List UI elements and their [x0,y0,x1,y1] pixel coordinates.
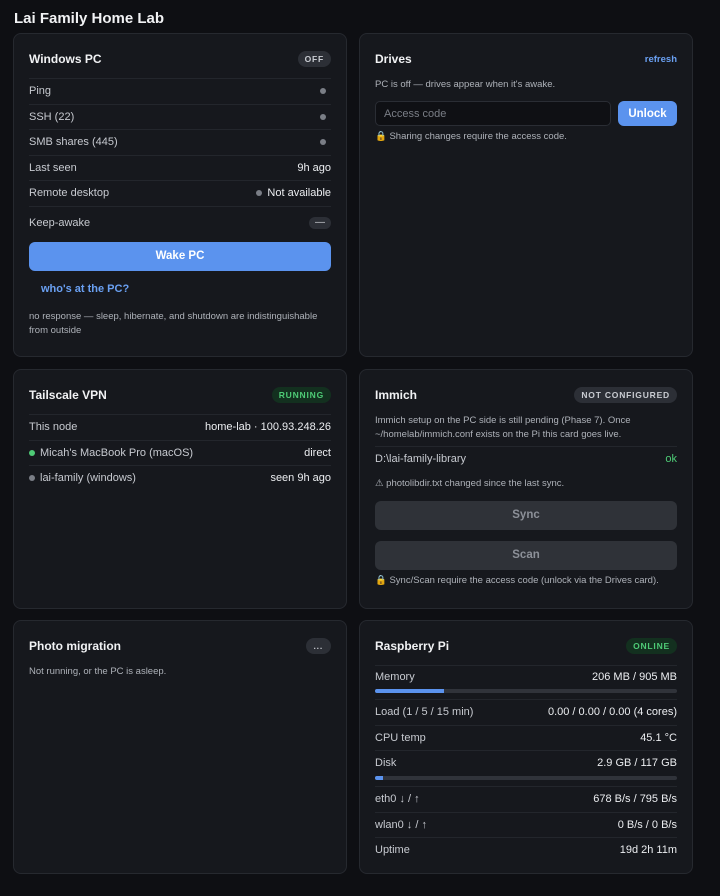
peer-lai-family-name: lai-family (windows) [40,472,136,485]
library-status-value: ok [665,453,677,466]
photo-migration-title: Photo migration [29,639,121,653]
uptime-value: 19d 2h 11m [619,844,677,857]
immich-description: Immich setup on the PC side is still pen… [375,415,631,440]
keep-awake-toggle[interactable]: — [309,216,331,229]
peer-row-macbook: Micah's MacBook Pro (macOS) direct [29,439,331,466]
ssh-status-dot-icon [320,113,326,120]
photo-migration-menu-button[interactable]: ... [305,638,331,654]
load-row: Load (1 / 5 / 15 min) 0.00 / 0.00 / 0.00… [375,699,677,725]
keep-awake-label: Keep-awake [29,216,91,229]
memory-label: Memory [375,670,415,683]
cpu-temp-label: CPU temp [375,731,426,744]
windows-pc-status-badge: OFF [297,51,331,67]
ssh-label: SSH (22) [29,110,75,123]
windows-pc-title: Windows PC [29,52,102,66]
ssh-row: SSH (22) [29,103,331,130]
this-node-row: This node home-lab · 100.93.248.26 [29,414,331,440]
drives-card: Drives refresh PC is off — drives appear… [359,33,693,357]
disk-value: 2.9 GB / 117 GB [597,756,677,769]
unlock-button[interactable]: Unlock [618,101,677,126]
immich-title: Immich [375,388,418,402]
peer-macbook-value: direct [304,446,331,459]
memory-row: Memory 206 MB / 905 MB [375,665,677,687]
sync-button[interactable]: Sync [375,500,677,530]
library-path-row: D:\lai-family-library ok [375,446,677,472]
remote-desktop-row: Remote desktop Not available [29,180,331,206]
last-seen-value: 9h ago [297,161,331,174]
drives-unlock-form: Unlock [375,101,677,126]
keep-awake-row: Keep-awake — [29,205,331,239]
peer-offline-dot-icon [29,475,35,482]
disk-usage-bar [375,776,677,780]
scan-button[interactable]: Scan [375,540,677,570]
peer-lai-family-label: lai-family (windows) [29,472,136,484]
wlan0-value: 0 B/s / 0 B/s [617,818,677,831]
remote-desktop-status-text: Not available [267,187,331,200]
remote-desktop-label: Remote desktop [29,187,110,200]
raspberry-pi-card: Raspberry Pi ONLINE Memory 206 MB / 905 … [359,620,693,874]
windows-pc-card: Windows PC OFF Ping SSH (22) SMB shares … [13,33,347,357]
photo-migration-card: Photo migration ... Not running, or the … [13,620,347,874]
disk-label: Disk [375,756,397,769]
this-node-value: home-lab · 100.93.248.26 [205,421,331,434]
tailscale-card: Tailscale VPN RUNNING This node home-lab… [13,369,347,609]
last-seen-row: Last seen 9h ago [29,154,331,181]
peer-online-dot-icon [29,449,35,456]
remote-desktop-dot-icon [256,190,263,197]
drives-status-text: PC is off — drives appear when it's awak… [375,79,556,90]
immich-card: Immich NOT CONFIGURED Immich setup on th… [359,369,693,609]
photo-migration-status: Not running, or the PC is asleep. [29,666,167,677]
tailscale-title: Tailscale VPN [29,388,107,402]
this-node-label: This node [29,421,78,434]
load-value: 0.00 / 0.00 / 0.00 (4 cores) [547,706,677,719]
peer-row-lai-family: lai-family (windows) seen 9h ago [29,465,331,491]
immich-lock-note: 🔒 Sync/Scan require the access code (unl… [375,574,659,586]
disk-row: Disk 2.9 GB / 117 GB [375,750,677,774]
cpu-temp-row: CPU temp 45.1 °C [375,724,677,751]
wlan0-label: wlan0 ↓ / ↑ [375,818,427,831]
eth0-label: eth0 ↓ / ↑ [375,793,420,806]
raspberry-pi-title: Raspberry Pi [375,639,450,653]
ping-label: Ping [29,85,52,98]
peer-lai-family-value: seen 9h ago [270,472,331,485]
ping-row: Ping [29,78,331,104]
drives-lock-note: 🔒 Sharing changes require the access cod… [375,131,567,142]
tailscale-status-badge: RUNNING [271,387,331,403]
drives-title: Drives [375,52,412,66]
wake-pc-button[interactable]: Wake PC [29,241,331,271]
windows-pc-note: no response — sleep, hibernate, and shut… [29,310,318,336]
immich-warning: ⚠ photolibdir.txt changed since the last… [375,477,565,489]
ping-status-dot-icon [320,88,326,95]
whos-at-pc-link[interactable]: who's at the PC? [41,283,331,295]
load-label: Load (1 / 5 / 15 min) [375,706,474,719]
eth0-row: eth0 ↓ / ↑ 678 B/s / 795 B/s [375,786,677,812]
library-path-label: D:\lai-family-library [375,453,467,466]
raspberry-pi-status-badge: ONLINE [626,638,677,654]
smb-row: SMB shares (445) [29,129,331,155]
uptime-label: Uptime [375,844,410,857]
memory-value: 206 MB / 905 MB [592,670,677,683]
drives-refresh-link[interactable]: refresh [645,54,677,65]
remote-desktop-value: Not available [256,187,331,199]
memory-usage-fill [375,689,444,693]
disk-usage-fill [375,776,383,780]
peer-macbook-label: Micah's MacBook Pro (macOS) [29,447,193,459]
wlan0-row: wlan0 ↓ / ↑ 0 B/s / 0 B/s [375,811,677,838]
access-code-input[interactable] [375,101,611,126]
last-seen-label: Last seen [29,161,77,174]
smb-status-dot-icon [320,139,326,146]
memory-usage-bar [375,689,677,693]
peer-macbook-name: Micah's MacBook Pro (macOS) [40,446,194,459]
eth0-value: 678 B/s / 795 B/s [593,793,677,806]
smb-label: SMB shares (445) [29,136,118,149]
cpu-temp-value: 45.1 °C [640,731,677,744]
immich-status-badge: NOT CONFIGURED [574,387,677,403]
uptime-row: Uptime 19d 2h 11m [375,837,677,863]
page-title: Lai Family Home Lab [14,10,165,27]
